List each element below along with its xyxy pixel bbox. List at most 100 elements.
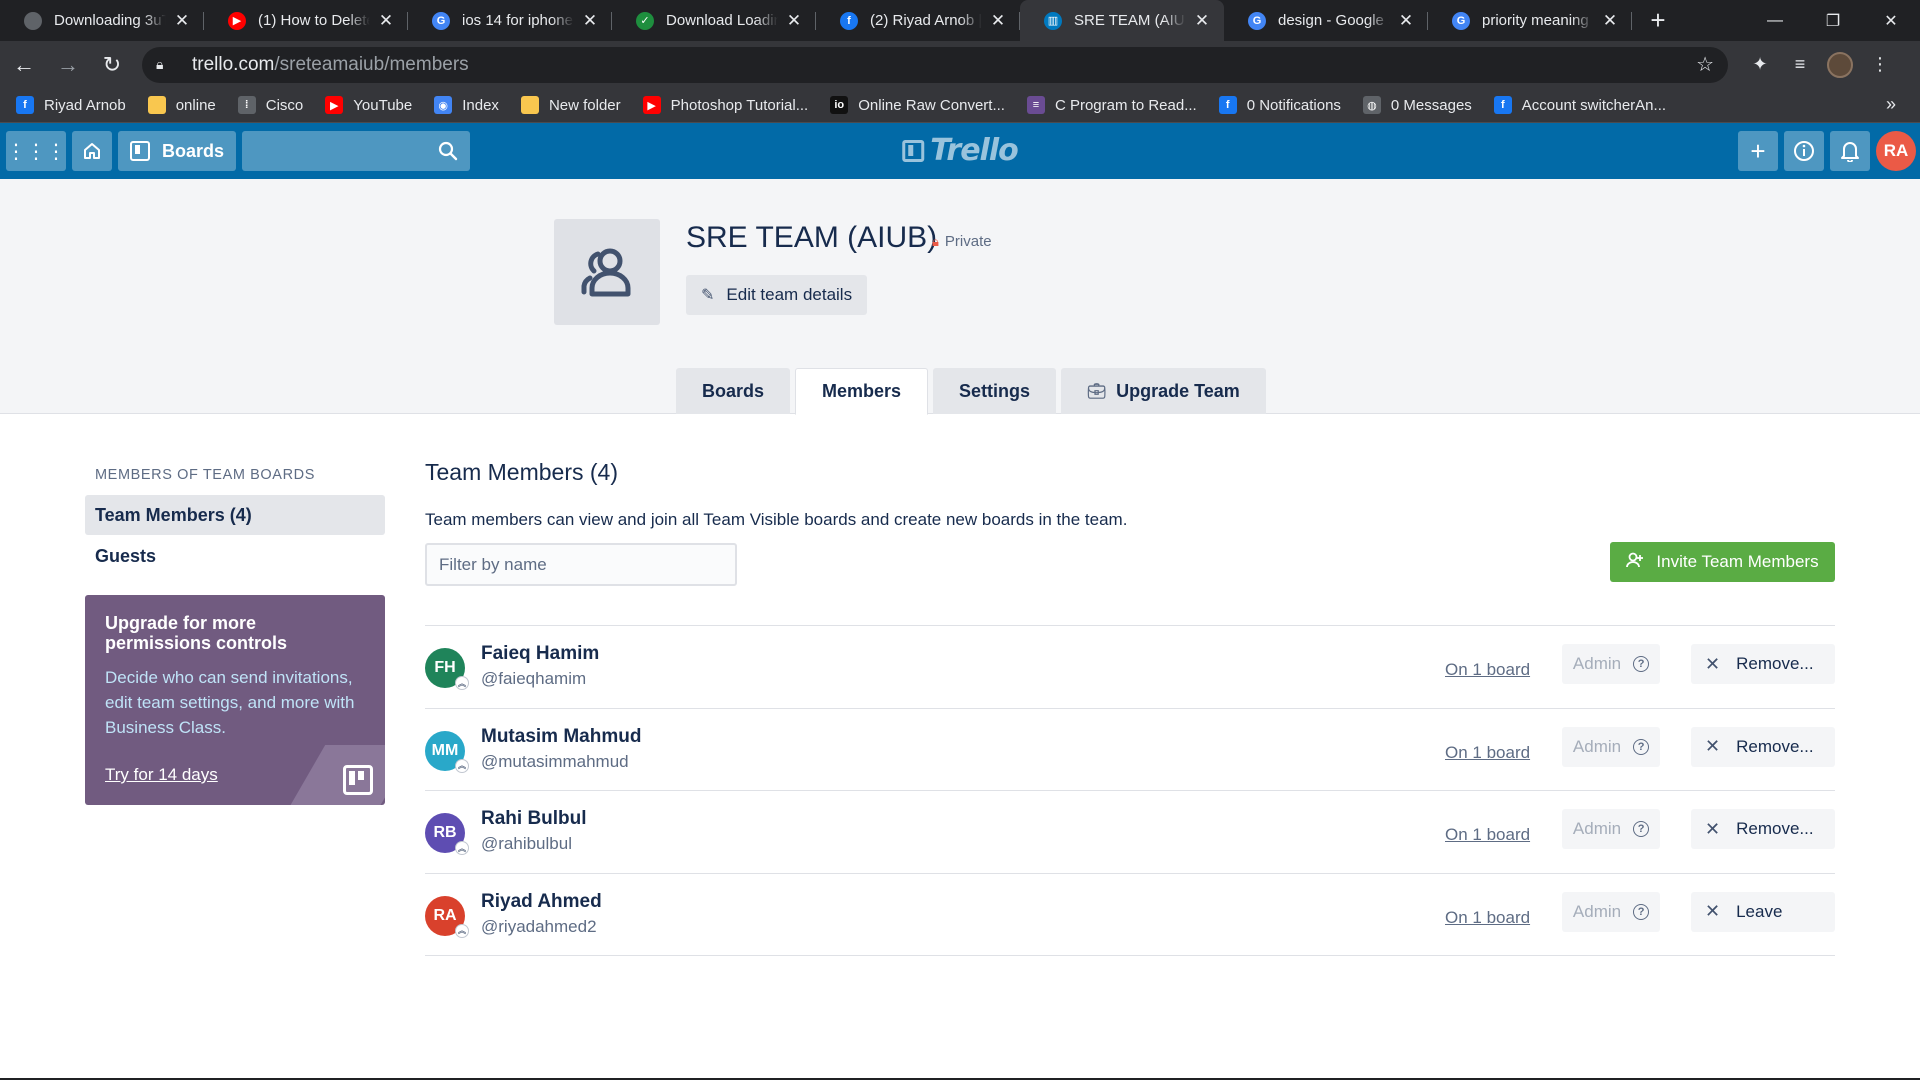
close-tab-icon[interactable]: ✕ [784,11,804,31]
invite-team-members-button[interactable]: Invite Team Members [1610,542,1835,582]
bookmark-label: online [175,96,216,114]
close-tab-icon[interactable]: ✕ [172,11,192,31]
minimize-icon[interactable]: — [1746,0,1804,41]
browser-tab[interactable]: ▥ SRE TEAM (AIUB) | Trello ✕ [1020,0,1224,41]
close-tab-icon[interactable]: ✕ [1396,11,1416,31]
boards-button[interactable]: Boards [118,131,237,171]
bookmark-item[interactable]: f 0 Notifications [1218,96,1341,114]
filter-by-name-input[interactable] [425,543,737,586]
youtube-icon: ▶ [642,96,661,114]
restore-icon[interactable]: ❐ [1804,0,1862,41]
info-icon[interactable] [1784,131,1824,171]
remove-member-button[interactable]: ✕ Remove... [1691,809,1835,849]
bookmark-item[interactable]: New folder [520,96,621,114]
briefcase-icon: 💼︎ [1087,383,1107,400]
bookmark-item[interactable]: f Account switcherAn... [1493,96,1666,114]
new-tab-button[interactable]: + [1638,0,1678,41]
extensions-icon[interactable]: ✦ [1740,45,1780,85]
sidebar-heading: MEMBERS OF TEAM BOARDS [95,467,315,483]
help-question-icon[interactable]: ? [1633,738,1650,755]
tab-boards-label: Boards [702,380,765,401]
menu-kebab-icon[interactable]: ⋮ [1860,45,1900,85]
bookmarks-overflow-icon[interactable]: » [1886,94,1896,115]
notifications-bell-icon[interactable] [1830,131,1870,171]
close-icon: ✕ [1705,736,1721,756]
admin-role-button[interactable]: Admin? [1562,726,1660,767]
member-username: @faieqhamim [481,669,587,688]
bookmark-item[interactable]: io Online Raw Convert... [830,96,1005,114]
lock-icon[interactable]: 🔒︎ [156,56,178,73]
bookmark-item[interactable]: ⁞ Cisco [237,96,303,114]
tab-members[interactable]: Members [795,368,929,415]
member-boards-link[interactable]: On 1 board [1445,743,1530,763]
browser-tab[interactable]: ▶ (1) How to Delete ✕ [204,0,408,41]
forward-icon[interactable]: → [48,45,88,85]
reload-icon[interactable]: ↻ [92,45,132,85]
member-avatar[interactable]: RA ︽ [425,895,469,938]
close-tab-icon[interactable]: ✕ [1600,11,1620,31]
admin-role-button[interactable]: Admin? [1562,809,1660,849]
remove-member-button[interactable]: ✕ Remove... [1691,644,1835,684]
member-action-label: Remove... [1736,654,1814,673]
try-trial-link[interactable]: Try for 14 days [105,765,218,785]
close-tab-icon[interactable]: ✕ [580,11,600,31]
bookmark-item[interactable]: ▶ YouTube [325,96,412,114]
bookmark-label: Riyad Arnob [44,96,126,114]
member-avatar[interactable]: FH ︽ [425,648,469,690]
profile-avatar[interactable] [1820,45,1860,85]
member-avatar[interactable]: RB ︽ [425,813,469,855]
browser-tab-title: design - Google Search [1278,12,1390,29]
apps-grid-icon[interactable]: ⋮⋮⋮ [6,131,66,171]
tab-settings[interactable]: Settings [933,368,1057,414]
trello-logo-icon [902,139,925,162]
member-avatar[interactable]: MM ︽ [425,730,469,773]
admin-role-button[interactable]: Admin? [1562,644,1660,684]
back-icon[interactable]: ← [4,45,44,85]
user-avatar[interactable]: RA [1876,131,1916,171]
admin-role-button[interactable]: Admin? [1562,891,1660,932]
browser-tab[interactable]: Gios 14 for iphone 5 ✕ [408,0,612,41]
remove-member-button[interactable]: ✕ Remove... [1691,726,1835,767]
bookmark-star-icon[interactable]: ☆ [1696,52,1714,77]
home-icon[interactable] [72,131,112,171]
add-user-icon [1626,551,1644,574]
help-question-icon[interactable]: ? [1633,903,1650,920]
bookmark-item[interactable]: ▶ Photoshop Tutorial... [642,96,808,114]
trello-icon: ▥ [1044,11,1062,30]
help-question-icon[interactable]: ? [1633,821,1650,837]
bookmark-item[interactable]: ≡ C Program to Read... [1026,96,1197,114]
member-boards-link[interactable]: On 1 board [1445,908,1530,928]
bookmark-item[interactable]: ◉ Index [434,96,499,114]
address-bar[interactable]: 🔒︎ trello.com/sreteamaiub/members ☆ [142,46,1728,83]
edit-team-details-button[interactable]: ✎ Edit team details [686,275,868,315]
browser-tab[interactable]: Downloading 3uTools ✕ [0,0,204,41]
visibility-badge[interactable]: 🔒︎ Private [932,233,992,250]
bookmark-item[interactable]: online [147,96,216,114]
header-search[interactable] [242,131,471,171]
browser-tab[interactable]: Gpriority meaning in ✕ [1428,0,1632,41]
bookmark-item[interactable]: f Riyad Arnob [16,96,126,114]
create-plus-icon[interactable]: + [1738,131,1778,171]
member-boards-link[interactable]: On 1 board [1445,825,1530,845]
browser-tab[interactable]: ✓ Download Loading ✕ [612,0,816,41]
member-boards-link[interactable]: On 1 board [1445,660,1530,680]
tab-upgrade-label: Upgrade Team [1116,380,1240,401]
close-window-icon[interactable]: ✕ [1862,0,1920,41]
leave-team-button[interactable]: ✕ Leave [1691,891,1835,932]
tab-upgrade-team[interactable]: 💼︎ Upgrade Team [1061,368,1266,414]
youtube-icon: ▶ [325,96,344,114]
browser-tab[interactable]: Gdesign - Google Search ✕ [1224,0,1428,41]
close-tab-icon[interactable]: ✕ [988,11,1008,31]
browser-tab[interactable]: f (2) Riyad Arnob | Facebook ✕ [816,0,1020,41]
close-tab-icon[interactable]: ✕ [1192,11,1212,31]
media-queue-icon[interactable]: ≡ [1780,45,1820,85]
sidebar-item-guests[interactable]: Guests [85,536,385,576]
trello-logo[interactable]: Trello [902,133,1019,168]
member-action-label: Leave [1736,901,1783,921]
tab-boards[interactable]: Boards [676,368,791,414]
help-question-icon[interactable]: ? [1633,656,1650,672]
bookmark-item[interactable]: ◍ 0 Messages [1362,96,1472,114]
close-tab-icon[interactable]: ✕ [376,11,396,31]
member-initials: RB [433,824,457,841]
sidebar-item-team-members[interactable]: Team Members (4) [85,495,385,535]
